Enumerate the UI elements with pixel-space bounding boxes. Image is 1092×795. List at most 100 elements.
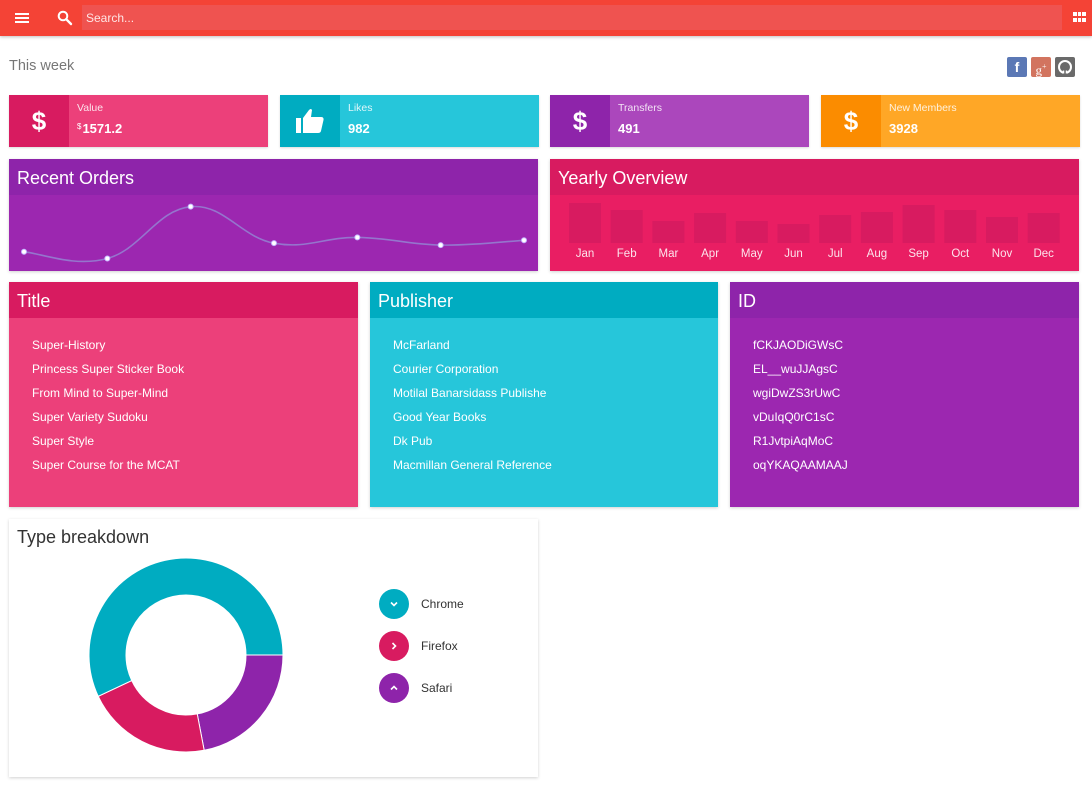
x-tick-label: Sep bbox=[908, 248, 928, 260]
bar-may bbox=[735, 221, 768, 243]
orders-line bbox=[23, 205, 525, 263]
github-icon[interactable] bbox=[1055, 57, 1075, 77]
list-item: Super-History bbox=[32, 338, 106, 352]
id-list: fCKJAODiGWsC EL__wuJJAgsC wgiDwZS3rUwC vDuI… bbox=[753, 338, 848, 482]
list-item: Dk Pub bbox=[393, 434, 433, 448]
google-plus-icon[interactable]: g+ bbox=[1031, 57, 1051, 77]
orders-point-1 bbox=[21, 248, 27, 255]
list-item: vDuIqQ0rC1sC bbox=[753, 410, 835, 424]
bar-jul bbox=[819, 215, 852, 243]
title-list-card: Title Super-History Princess Super Sticke… bbox=[9, 282, 358, 507]
stat-card-likes: Likes 982 bbox=[280, 95, 539, 147]
list-item: From Mind to Super-Mind bbox=[32, 386, 169, 400]
bar-jun bbox=[777, 224, 810, 243]
stat-label: Value bbox=[77, 102, 104, 114]
list-item: Macmillan General Reference bbox=[393, 458, 552, 472]
x-tick-label: Mar bbox=[658, 248, 678, 260]
stat-label: New Members bbox=[889, 102, 957, 114]
dollar-icon: $ bbox=[9, 95, 69, 147]
card-title: Publisher bbox=[370, 282, 718, 318]
thumbs-up-icon bbox=[280, 95, 340, 147]
section-title: This week bbox=[9, 58, 75, 74]
stat-label: Transfers bbox=[618, 102, 662, 114]
chevron-right-icon bbox=[379, 631, 409, 661]
x-tick-label: Nov bbox=[992, 248, 1013, 260]
bar-oct bbox=[944, 210, 977, 243]
x-tick-label: Jul bbox=[828, 248, 843, 260]
apps-grid-icon[interactable] bbox=[1073, 12, 1086, 23]
search-icon[interactable] bbox=[56, 9, 74, 27]
stat-label: Likes bbox=[348, 102, 373, 114]
bar-apr bbox=[694, 213, 727, 243]
donut-slice-firefox bbox=[97, 679, 205, 753]
x-tick-label: Jun bbox=[784, 248, 803, 260]
list-item: Super Variety Sudoku bbox=[32, 410, 148, 424]
recent-orders-card: Recent Orders bbox=[9, 159, 538, 271]
dollar-icon: $ bbox=[550, 95, 610, 147]
list-item: wgiDwZS3rUwC bbox=[753, 386, 841, 400]
stat-value: 982 bbox=[348, 121, 370, 136]
stat-value: $1571.2 bbox=[77, 121, 123, 136]
orders-point-5 bbox=[354, 234, 361, 241]
bar-feb bbox=[610, 210, 643, 243]
yearly-overview-card: Yearly Overview Jan Feb Mar Apr May Jun Jul Aug… bbox=[550, 159, 1079, 271]
bar-dec bbox=[1027, 213, 1060, 243]
x-tick-label: Feb bbox=[617, 248, 637, 260]
menu-icon[interactable] bbox=[12, 9, 32, 27]
list-item: Super Style bbox=[32, 434, 95, 448]
donut-slice-safari bbox=[196, 654, 284, 751]
list-item: Princess Super Sticker Book bbox=[32, 362, 185, 376]
x-tick-label: Jan bbox=[576, 248, 595, 260]
yearly-overview-bar-chart: Jan Feb Mar Apr May Jun Jul Aug Sep Oct Nov Dec bbox=[569, 203, 1060, 260]
list-item: Good Year Books bbox=[393, 410, 487, 424]
type-breakdown-donut-chart bbox=[88, 557, 284, 753]
bar-sep bbox=[902, 205, 935, 243]
stat-value: 3928 bbox=[889, 121, 918, 136]
recent-orders-line-chart bbox=[21, 203, 527, 263]
card-title: Recent Orders bbox=[9, 159, 538, 195]
legend-label: Chrome bbox=[421, 597, 464, 611]
publisher-list-card: Publisher McFarland Courier Corporation Mo… bbox=[370, 282, 718, 507]
x-tick-label: Dec bbox=[1033, 248, 1054, 260]
title-list: Super-History Princess Super Sticker Book… bbox=[32, 338, 184, 482]
dollar-icon: $ bbox=[821, 95, 881, 147]
list-item: Courier Corporation bbox=[393, 362, 499, 376]
x-tick-label: Apr bbox=[701, 248, 719, 260]
top-app-bar bbox=[0, 0, 1092, 36]
list-item: fCKJAODiGWsC bbox=[753, 338, 843, 352]
search-input[interactable] bbox=[82, 5, 1062, 30]
card-title: Yearly Overview bbox=[550, 159, 1079, 195]
legend-item-chrome[interactable]: Chrome bbox=[379, 589, 464, 619]
legend-label: Safari bbox=[421, 681, 453, 695]
chevron-down-icon bbox=[379, 589, 409, 619]
list-item: Super Course for the MCAT bbox=[32, 458, 180, 472]
stat-card-value: $ Value $1571.2 bbox=[9, 95, 268, 147]
legend-item-firefox[interactable]: Firefox bbox=[379, 631, 458, 661]
orders-point-4 bbox=[271, 240, 277, 247]
x-tick-label: Aug bbox=[867, 248, 887, 260]
legend-item-safari[interactable]: Safari bbox=[379, 673, 452, 703]
stat-value: 491 bbox=[618, 121, 640, 136]
orders-point-3 bbox=[187, 203, 194, 210]
list-item: McFarland bbox=[393, 338, 450, 352]
orders-point-2 bbox=[104, 255, 111, 262]
list-item: oqYKAQAAMAAJ bbox=[753, 458, 848, 472]
card-title: Title bbox=[9, 282, 358, 318]
chevron-up-icon bbox=[379, 673, 409, 703]
stat-card-new-members: $ New Members 3928 bbox=[821, 95, 1080, 147]
list-item: R1JvtpiAqMoC bbox=[753, 434, 834, 448]
x-tick-label: Oct bbox=[951, 248, 970, 260]
list-item: EL__wuJJAgsC bbox=[753, 362, 838, 376]
publisher-list: McFarland Courier Corporation Motilal Bana… bbox=[393, 338, 552, 482]
stat-card-transfers: $ Transfers 491 bbox=[550, 95, 809, 147]
orders-point-7 bbox=[521, 237, 527, 244]
legend-label: Firefox bbox=[421, 639, 458, 653]
card-title: ID bbox=[730, 282, 1079, 318]
list-item: Motilal Banarsidass Publishe bbox=[393, 386, 547, 400]
facebook-icon[interactable]: f bbox=[1007, 57, 1027, 77]
bar-mar bbox=[652, 221, 685, 243]
id-list-card: ID fCKJAODiGWsC EL__wuJJAgsC wgiDwZS3rUwC v… bbox=[730, 282, 1079, 507]
x-tick-label: May bbox=[741, 248, 763, 260]
bar-aug bbox=[860, 212, 893, 243]
bar-jan bbox=[569, 203, 601, 243]
